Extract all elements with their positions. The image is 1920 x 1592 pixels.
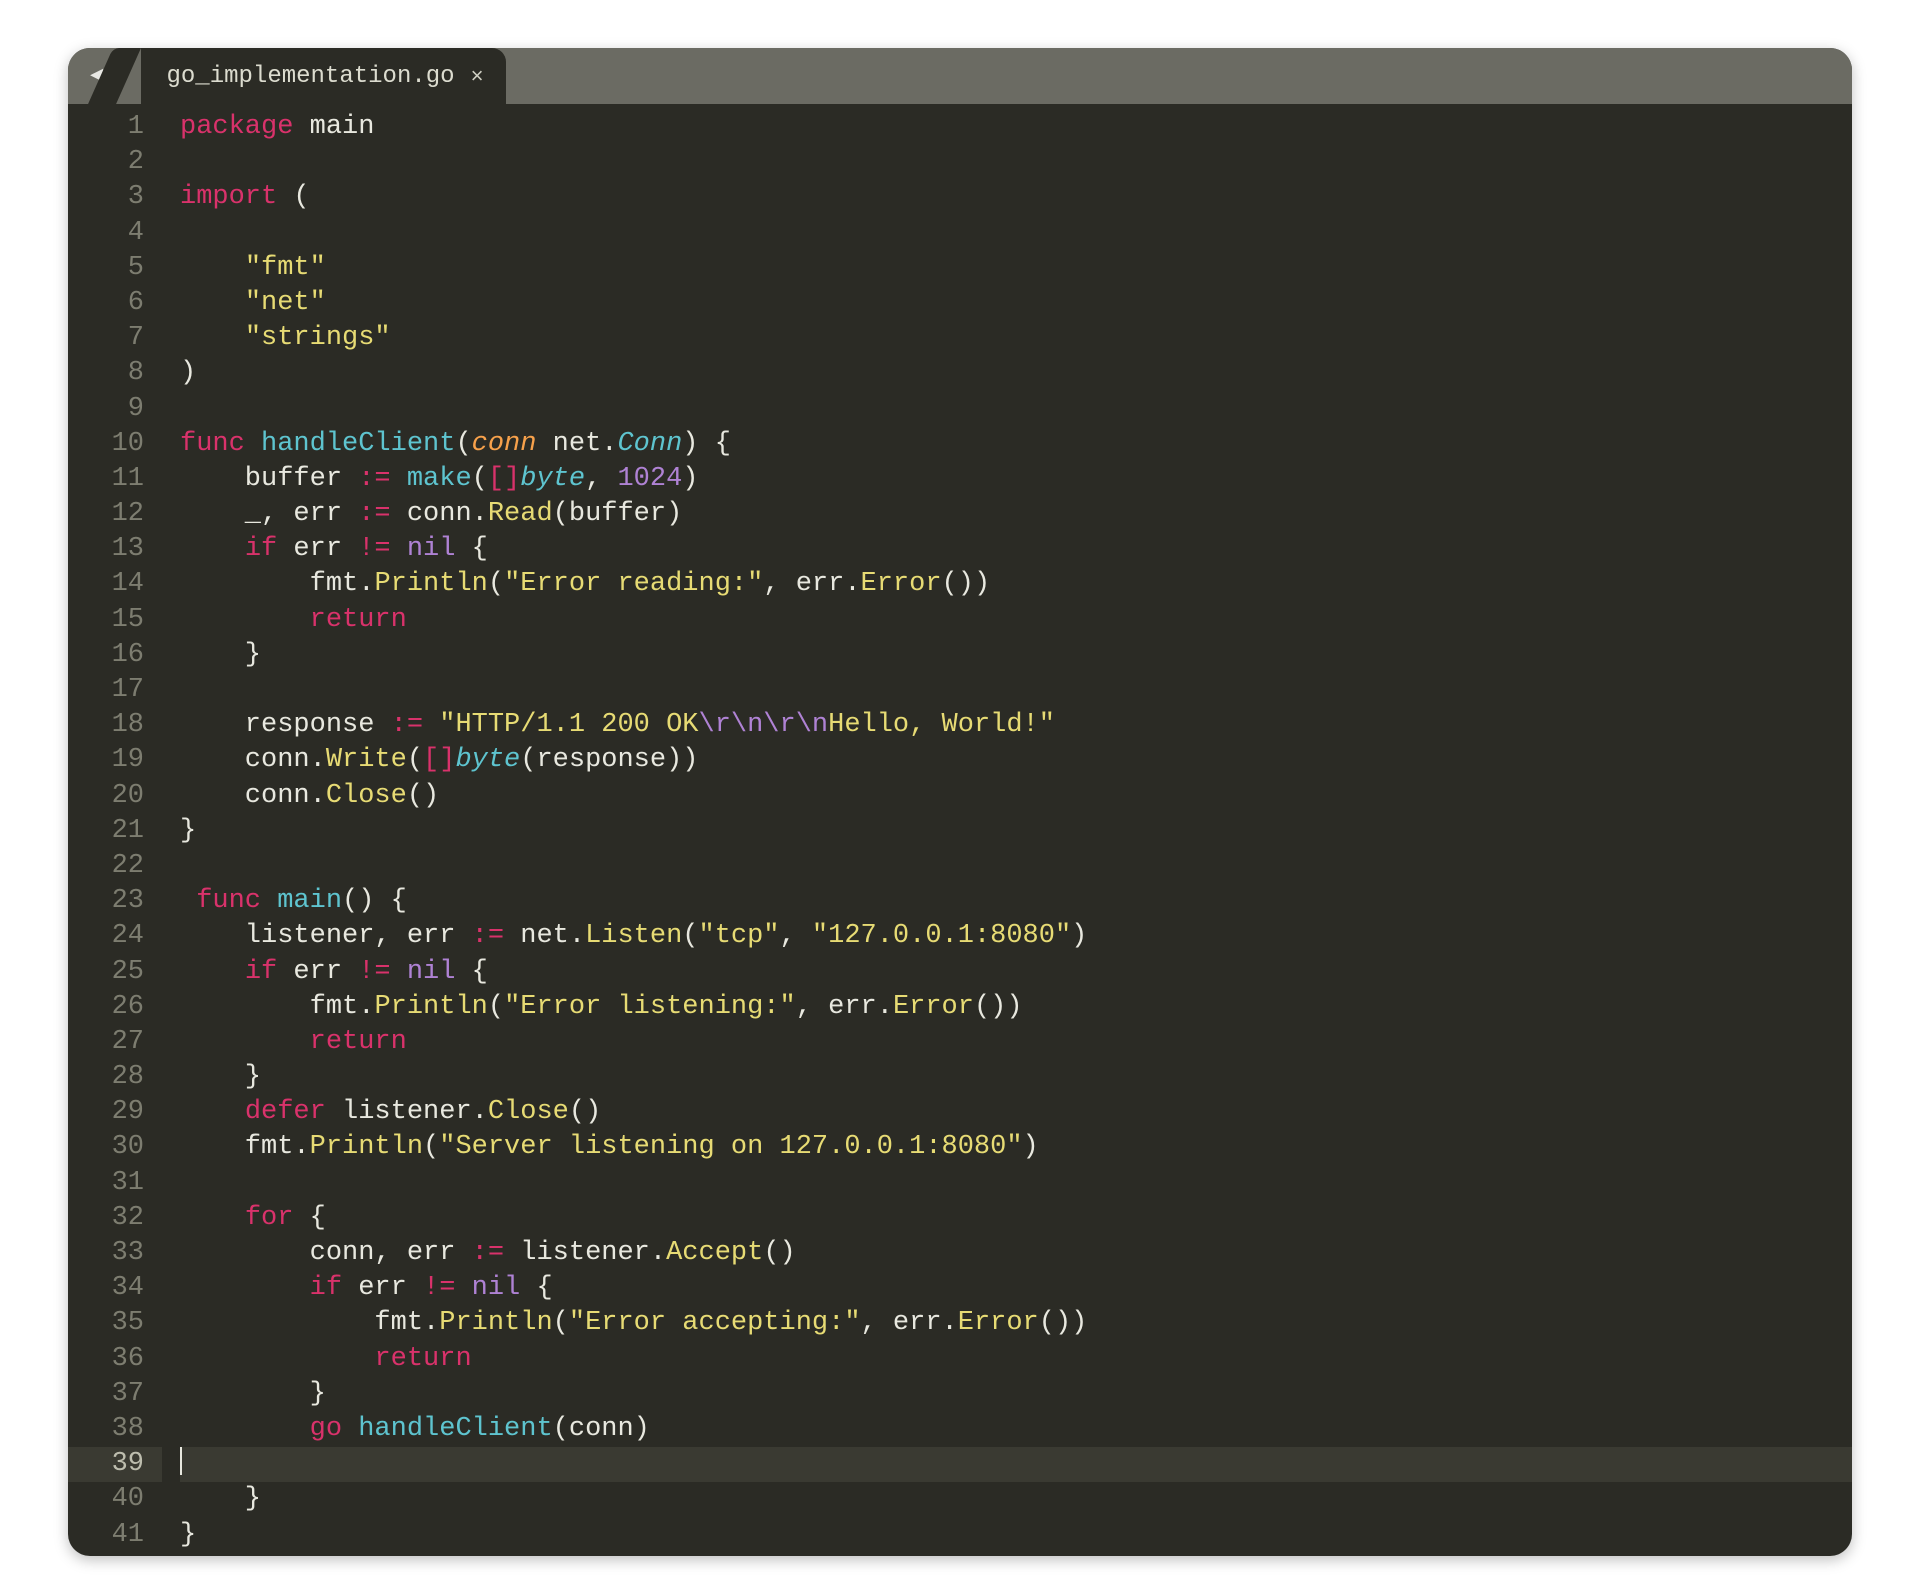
line-number: 23 bbox=[68, 884, 162, 919]
code-line[interactable]: "fmt" bbox=[180, 251, 1852, 286]
line-number: 27 bbox=[68, 1025, 162, 1060]
line-number: 21 bbox=[68, 814, 162, 849]
line-number: 36 bbox=[68, 1342, 162, 1377]
code-line[interactable]: } bbox=[180, 1060, 1852, 1095]
line-number: 12 bbox=[68, 497, 162, 532]
code-line[interactable]: for { bbox=[180, 1201, 1852, 1236]
code-line[interactable]: import ( bbox=[180, 180, 1852, 215]
code-line[interactable] bbox=[180, 849, 1852, 884]
line-number: 25 bbox=[68, 955, 162, 990]
code-line[interactable]: "net" bbox=[180, 286, 1852, 321]
code-line[interactable]: fmt.Println("Error accepting:", err.Erro… bbox=[180, 1306, 1852, 1341]
line-number: 31 bbox=[68, 1166, 162, 1201]
line-number: 22 bbox=[68, 849, 162, 884]
code-line[interactable]: buffer := make([]byte, 1024) bbox=[180, 462, 1852, 497]
line-number: 18 bbox=[68, 708, 162, 743]
close-icon[interactable]: × bbox=[471, 65, 484, 90]
line-number: 35 bbox=[68, 1306, 162, 1341]
code-line[interactable] bbox=[180, 145, 1852, 180]
line-number: 38 bbox=[68, 1412, 162, 1447]
code-line[interactable]: func handleClient(conn net.Conn) { bbox=[180, 427, 1852, 462]
code-line[interactable]: } bbox=[180, 1377, 1852, 1412]
code-line[interactable]: } bbox=[180, 1518, 1852, 1553]
line-number: 26 bbox=[68, 990, 162, 1025]
line-number: 2 bbox=[68, 145, 162, 180]
line-number: 4 bbox=[68, 216, 162, 251]
code-line[interactable]: defer listener.Close() bbox=[180, 1095, 1852, 1130]
line-number: 8 bbox=[68, 356, 162, 391]
code-line[interactable]: ) bbox=[180, 356, 1852, 391]
line-number: 13 bbox=[68, 532, 162, 567]
line-number: 30 bbox=[68, 1130, 162, 1165]
code-line[interactable] bbox=[180, 392, 1852, 427]
code-line[interactable] bbox=[180, 673, 1852, 708]
code-line[interactable]: fmt.Println("Server listening on 127.0.0… bbox=[180, 1130, 1852, 1165]
code-line[interactable]: return bbox=[180, 603, 1852, 638]
line-number: 15 bbox=[68, 603, 162, 638]
code-line[interactable]: if err != nil { bbox=[180, 1271, 1852, 1306]
line-number: 7 bbox=[68, 321, 162, 356]
line-number: 10 bbox=[68, 427, 162, 462]
code-line[interactable]: conn.Close() bbox=[180, 779, 1852, 814]
line-number: 41 bbox=[68, 1518, 162, 1553]
code-line[interactable]: func main() { bbox=[180, 884, 1852, 919]
code-line[interactable]: response := "HTTP/1.1 200 OK\r\n\r\nHell… bbox=[180, 708, 1852, 743]
line-number: 11 bbox=[68, 462, 162, 497]
code-line[interactable]: go handleClient(conn) bbox=[180, 1412, 1852, 1447]
code-line[interactable]: package main bbox=[180, 110, 1852, 145]
code-line[interactable] bbox=[180, 1166, 1852, 1201]
editor-area[interactable]: 1234567891011121314151617181920212223242… bbox=[68, 104, 1852, 1556]
titlebar: ◀ ▶ go_implementation.go × bbox=[68, 48, 1852, 104]
code-content[interactable]: package main import ( "fmt" "net" "string… bbox=[162, 104, 1852, 1556]
code-line[interactable]: if err != nil { bbox=[180, 532, 1852, 567]
line-number: 40 bbox=[68, 1482, 162, 1517]
code-line[interactable]: return bbox=[180, 1342, 1852, 1377]
code-line[interactable]: fmt.Println("Error listening:", err.Erro… bbox=[180, 990, 1852, 1025]
editor-window: ◀ ▶ go_implementation.go × 1234567891011… bbox=[68, 48, 1852, 1556]
line-number: 6 bbox=[68, 286, 162, 321]
line-number: 17 bbox=[68, 673, 162, 708]
code-line[interactable]: "strings" bbox=[180, 321, 1852, 356]
code-line[interactable]: } bbox=[180, 638, 1852, 673]
code-line[interactable]: _, err := conn.Read(buffer) bbox=[180, 497, 1852, 532]
code-line[interactable]: } bbox=[180, 1482, 1852, 1517]
line-number: 33 bbox=[68, 1236, 162, 1271]
line-number: 39 bbox=[68, 1447, 162, 1482]
code-line[interactable]: if err != nil { bbox=[180, 955, 1852, 990]
code-line[interactable] bbox=[180, 1447, 1852, 1482]
line-number: 16 bbox=[68, 638, 162, 673]
text-cursor bbox=[180, 1447, 182, 1475]
code-line[interactable]: conn.Write([]byte(response)) bbox=[180, 743, 1852, 778]
line-number: 32 bbox=[68, 1201, 162, 1236]
line-number: 37 bbox=[68, 1377, 162, 1412]
line-number: 3 bbox=[68, 180, 162, 215]
line-number: 14 bbox=[68, 567, 162, 602]
line-number: 24 bbox=[68, 919, 162, 954]
code-line[interactable] bbox=[180, 216, 1852, 251]
line-number: 29 bbox=[68, 1095, 162, 1130]
line-number: 34 bbox=[68, 1271, 162, 1306]
code-line[interactable]: } bbox=[180, 814, 1852, 849]
code-line[interactable]: fmt.Println("Error reading:", err.Error(… bbox=[180, 567, 1852, 602]
line-number-gutter: 1234567891011121314151617181920212223242… bbox=[68, 104, 162, 1556]
code-line[interactable]: listener, err := net.Listen("tcp", "127.… bbox=[180, 919, 1852, 954]
tab-filename: go_implementation.go bbox=[167, 63, 455, 90]
line-number: 1 bbox=[68, 110, 162, 145]
code-line[interactable]: conn, err := listener.Accept() bbox=[180, 1236, 1852, 1271]
line-number: 28 bbox=[68, 1060, 162, 1095]
line-number: 20 bbox=[68, 779, 162, 814]
line-number: 9 bbox=[68, 392, 162, 427]
line-number: 19 bbox=[68, 743, 162, 778]
line-number: 5 bbox=[68, 251, 162, 286]
code-line[interactable]: return bbox=[180, 1025, 1852, 1060]
tab-active[interactable]: go_implementation.go × bbox=[141, 48, 506, 104]
